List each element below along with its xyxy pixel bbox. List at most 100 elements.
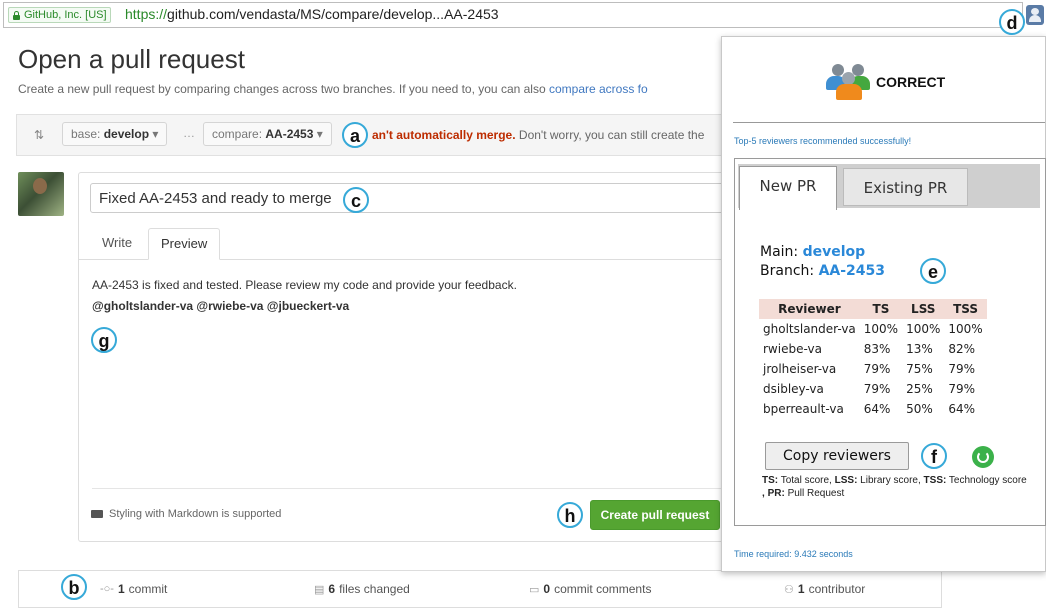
legend-pr-key: PR: <box>767 488 785 499</box>
tab-write[interactable]: Write <box>90 228 144 260</box>
commits-count: 1 <box>117 582 125 596</box>
lock-icon <box>12 10 21 20</box>
reviewer-lss: 50% <box>906 402 933 416</box>
stat-comments[interactable]: ▭ 0 commit comments <box>529 582 651 596</box>
base-branch: develop <box>103 127 150 141</box>
create-pull-request-button[interactable]: Create pull request <box>590 500 720 530</box>
stat-files[interactable]: ▤ 6 files changed <box>314 582 410 596</box>
time-required: Time required: 9.432 seconds <box>734 549 853 559</box>
files-label: files changed <box>339 582 410 596</box>
reviewer-ts: 79% <box>863 382 891 396</box>
col-tss: TSS <box>944 299 987 319</box>
commits-label: commit <box>128 582 168 596</box>
brand-name: CORRECT <box>876 74 946 90</box>
compare-prefix: compare: <box>212 127 263 141</box>
callout-f: f <box>921 443 947 469</box>
form-footer-divider <box>92 488 726 489</box>
merge-note: Don't worry, you can still create the <box>515 128 705 142</box>
table-row: jrolheiser-va 79% 75% 79% <box>759 359 987 379</box>
pr-title-input[interactable]: Fixed AA-2453 and ready to merge <box>90 183 726 213</box>
merge-status: an't automatically merge. Don't worry, y… <box>372 128 704 142</box>
caret-down-icon: ▾ <box>152 127 159 141</box>
url-path: github.com/vendasta/MS/compare/develop..… <box>167 6 499 22</box>
reviewer-lss: 25% <box>906 382 933 396</box>
callout-b: b <box>61 574 87 600</box>
reviewer-name: rwiebe-va <box>763 342 822 356</box>
range-dots: … <box>183 126 195 140</box>
reviewer-tss: 79% <box>948 382 976 396</box>
refresh-icon[interactable] <box>972 446 994 468</box>
contributors-count: 1 <box>797 582 805 596</box>
preview-body: AA-2453 is fixed and tested. Please revi… <box>92 278 517 292</box>
reviewer-ts: 79% <box>863 362 891 376</box>
contributors-label: contributor <box>808 582 866 596</box>
table-row: gholtslander-va 100% 100% 100% <box>759 319 987 339</box>
callout-e: e <box>920 258 946 284</box>
feature-branch-line: Branch: AA-2453 <box>760 263 885 279</box>
reviewer-tss: 64% <box>948 402 976 416</box>
security-indicator[interactable]: GitHub, Inc. [US] <box>8 7 111 23</box>
url-text[interactable]: https://github.com/vendasta/MS/compare/d… <box>125 6 499 22</box>
comment-icon: ▭ <box>529 583 540 596</box>
legend-ts-key: TS: <box>762 475 779 486</box>
main-branch-value: develop <box>802 244 866 260</box>
compare-branch-select[interactable]: compare: AA-2453 ▾ <box>203 122 332 146</box>
tab-existing-pr[interactable]: Existing PR <box>843 168 968 206</box>
page-title: Open a pull request <box>18 44 245 74</box>
base-branch-select[interactable]: base: develop ▾ <box>62 122 168 146</box>
legend-lss-val: Library score, <box>857 475 924 486</box>
score-legend: TS: Total score, LSS: Library score, TSS… <box>762 474 1032 500</box>
callout-h: h <box>557 502 583 528</box>
copy-reviewers-button[interactable]: Copy reviewers <box>765 442 909 470</box>
markdown-note[interactable]: Styling with Markdown is supported <box>109 508 281 520</box>
security-label: GitHub, Inc. [US] <box>24 9 107 21</box>
stat-contributors[interactable]: ⚇ 1 contributor <box>784 582 865 596</box>
reviewer-tss: 82% <box>948 342 976 356</box>
reviewer-tss: 100% <box>948 322 983 336</box>
extension-user-icon[interactable] <box>1026 5 1044 25</box>
branch-label: Branch: <box>760 263 819 279</box>
commit-icon: -○- <box>100 583 114 595</box>
tab-preview[interactable]: Preview <box>148 228 221 260</box>
callout-d: d <box>999 9 1025 35</box>
page-subtitle: Create a new pull request by comparing c… <box>18 82 648 96</box>
reviewer-name: jrolheiser-va <box>763 362 837 376</box>
reviewer-mentions: @gholtslander-va @rwiebe-va @jbueckert-v… <box>92 299 350 313</box>
reviewer-lss: 75% <box>906 362 933 376</box>
reviewer-table: Reviewer TS LSS TSS gholtslander-va 100%… <box>759 299 987 419</box>
tab-new-pr[interactable]: New PR <box>739 166 837 210</box>
legend-ts-val: Total score, <box>778 475 835 486</box>
reviewer-lss: 100% <box>906 322 941 336</box>
stat-commits[interactable]: -○- 1 commit <box>100 582 167 596</box>
main-branch-line: Main: develop <box>760 244 865 260</box>
col-reviewer: Reviewer <box>759 299 860 319</box>
compare-branch: AA-2453 <box>265 127 314 141</box>
reviewer-lss: 13% <box>906 342 933 356</box>
git-compare-icon: ⇅ <box>34 128 45 142</box>
url-scheme: https:// <box>125 6 168 22</box>
reviewer-ts: 64% <box>863 402 891 416</box>
table-header-row: Reviewer TS LSS TSS <box>759 299 987 319</box>
col-ts: TS <box>859 299 903 319</box>
legend-tss-key: TSS: <box>923 475 947 486</box>
recommend-status: Top-5 reviewers recommended successfully… <box>734 136 912 146</box>
reviewers-logo-icon <box>826 62 870 100</box>
reviewer-name: bperreault-va <box>763 402 844 416</box>
table-row: rwiebe-va 83% 13% 82% <box>759 339 987 359</box>
compare-forks-link[interactable]: compare across fo <box>549 82 648 96</box>
markdown-icon <box>91 510 103 518</box>
table-row: bperreault-va 64% 50% 64% <box>759 399 987 419</box>
main-label: Main: <box>760 244 803 260</box>
legend-lss-key: LSS: <box>834 475 858 486</box>
col-lss: LSS <box>902 299 945 319</box>
merge-warning: an't automatically merge. <box>372 128 516 142</box>
callout-a: a <box>342 122 368 148</box>
subtitle-text: Create a new pull request by comparing c… <box>18 82 549 96</box>
avatar <box>18 172 64 216</box>
callout-c: c <box>343 187 369 213</box>
comments-count: 0 <box>543 582 551 596</box>
organization-icon: ⚇ <box>784 583 794 596</box>
reviewer-ts: 100% <box>863 322 899 336</box>
branch-value: AA-2453 <box>818 263 886 279</box>
legend-pr-val: Pull Request <box>784 488 845 499</box>
